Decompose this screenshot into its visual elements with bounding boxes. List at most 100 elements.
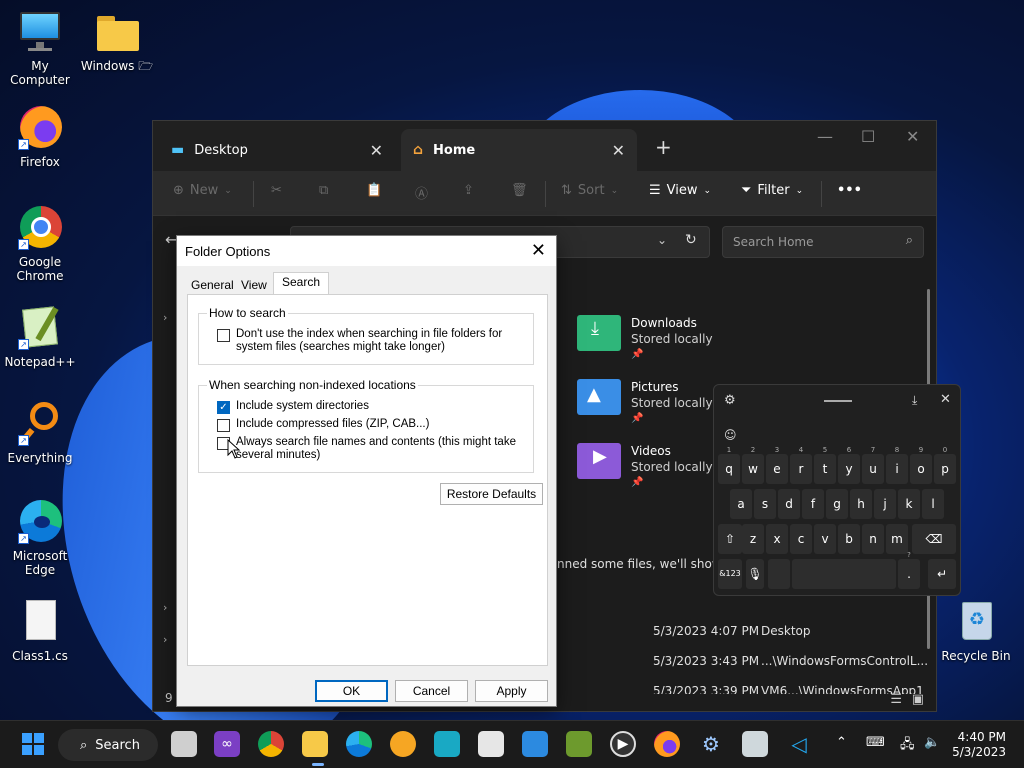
maximize-icon[interactable]: ☐ [861,127,875,146]
clock[interactable]: 4:40 PM 5/3/2023 [952,730,1006,760]
dont-use-index-option[interactable]: Don't use the index when searching in fi… [217,328,517,354]
enter-key[interactable]: ↵ [928,559,956,589]
settings-gear-icon[interactable]: ⚙ [698,731,724,757]
tab-search[interactable]: Search [273,272,330,296]
desktop-icon-recycle-bin[interactable]: ♻ Recycle Bin [936,598,1016,663]
key-w[interactable]: 2w [742,446,764,484]
ok-button[interactable]: OK [315,680,388,702]
gear-icon[interactable]: ⚙ [724,393,736,408]
checkbox-checked[interactable]: ✓ [217,401,230,414]
minimize-icon[interactable]: — [817,127,833,146]
more-options-button[interactable]: ••• [837,183,862,198]
close-icon[interactable]: ✕ [370,141,383,160]
chrome-icon[interactable] [258,731,284,757]
checkbox[interactable] [217,419,230,432]
key-l[interactable]: l [922,489,944,519]
quick-access-downloads[interactable]: ⤓ Downloads Stored locally 📌 [577,315,713,363]
start-windows-icon[interactable] [20,731,46,757]
key-j[interactable]: j [874,489,896,519]
desktop-icon-class1[interactable]: Class1.cs [0,598,80,663]
key-g[interactable]: g [826,489,848,519]
restore-defaults-button[interactable]: Restore Defaults [440,483,543,505]
image-viewer-icon[interactable] [742,731,768,757]
volume-icon[interactable]: 🔈 [924,735,940,750]
key-f[interactable]: f [802,489,824,519]
key-e[interactable]: 3e [766,446,788,484]
task-view-icon[interactable] [171,731,197,757]
vscode-icon[interactable]: ◁ [786,731,812,757]
key-y[interactable]: 6y [838,446,860,484]
dock-icon[interactable]: ⤓ [912,393,917,408]
file-explorer-icon[interactable] [302,731,328,757]
window-close-icon[interactable]: ✕ [906,127,919,146]
key-d[interactable]: d [778,489,800,519]
key-p[interactable]: 0p [934,446,956,484]
microphone-icon[interactable]: 🎙 [746,559,764,589]
include-compressed-option[interactable]: Include compressed files (ZIP, CAB...) [217,418,517,432]
checkbox[interactable] [217,329,230,342]
notepadpp-icon[interactable] [566,731,592,757]
key-s[interactable]: s [754,489,776,519]
close-icon[interactable]: ✕ [612,141,625,160]
firefox-icon[interactable] [654,731,680,757]
key-q[interactable]: 1q [718,446,740,484]
quick-access-pictures[interactable]: ▲ Pictures Stored locally 📌 [577,379,713,427]
chevron-right-icon[interactable]: › [163,633,167,646]
tab-general[interactable]: General [187,276,238,296]
search-input[interactable]: Search Home ⌕ [722,226,924,258]
desktop-icon-my-computer[interactable]: My Computer [0,8,80,87]
key-k[interactable]: k [898,489,920,519]
period-key[interactable]: ? . [898,551,920,589]
chevron-down-icon[interactable]: ⌄ [657,233,667,247]
close-icon[interactable]: ✕ [940,392,951,407]
new-button[interactable]: ⊕ New ⌄ [173,183,232,198]
paste-icon[interactable]: 📋 [366,183,382,198]
key-z[interactable]: z [742,524,764,554]
desktop-icon-windows-folder[interactable]: Windows 🗁 [77,8,157,73]
desktop-icon-everything[interactable]: ↗ Everything [0,400,80,465]
symbols-key[interactable]: &123 [718,559,742,589]
close-icon[interactable]: ✕ [531,240,546,261]
drag-handle[interactable] [824,400,852,402]
key-a[interactable]: a [730,489,752,519]
key-i[interactable]: 8i [886,446,908,484]
apply-button[interactable]: Apply [475,680,548,702]
copy-icon[interactable]: ⧉ [319,183,328,198]
share-icon[interactable]: ⇪ [463,183,474,198]
cursor-left-key[interactable] [768,559,790,589]
details-view-icon[interactable]: ☰ [890,692,902,707]
taskbar-search-button[interactable]: ⌕ Search [58,729,158,761]
tiles-view-icon[interactable]: ▣ [912,692,924,707]
shift-key[interactable]: ⇧ [718,524,742,554]
dev-tool-icon[interactable] [434,731,460,757]
tab-desktop[interactable]: ▬ Desktop ✕ [159,129,395,171]
emoji-icon[interactable]: ☺ [724,428,737,442]
key-t[interactable]: 5t [814,446,836,484]
key-u[interactable]: 7u [862,446,884,484]
key-r[interactable]: 4r [790,446,812,484]
desktop-icon-chrome[interactable]: ↗ Google Chrome [0,204,80,283]
delete-icon[interactable]: 🗑 [511,183,528,198]
desktop-icon-edge[interactable]: ↗ Microsoft Edge [0,498,80,577]
tab-home[interactable]: ⌂ Home ✕ [401,129,637,171]
chevron-right-icon[interactable]: › [163,601,167,614]
rename-icon[interactable]: Ⓐ [415,183,428,202]
key-b[interactable]: b [838,524,860,554]
desktop-icon-notepadpp[interactable]: ↗ Notepad++ [0,304,80,369]
key-n[interactable]: n [862,524,884,554]
key-o[interactable]: 9o [910,446,932,484]
tab-view[interactable]: View [237,276,271,296]
chevron-up-icon[interactable]: ⌃ [836,735,847,750]
notepad-icon[interactable] [522,731,548,757]
sort-button[interactable]: ⇅ Sort ⌄ [561,183,618,198]
quick-access-videos[interactable]: ▶ Videos Stored locally 📌 [577,443,713,491]
include-system-dirs-option[interactable]: ✓ Include system directories [217,400,517,414]
visual-studio-icon[interactable]: ∞ [214,731,240,757]
store-icon[interactable] [478,731,504,757]
new-tab-button[interactable]: + [655,135,672,159]
weather-icon[interactable] [390,731,416,757]
media-player-icon[interactable]: ▶ [610,731,636,757]
key-h[interactable]: h [850,489,872,519]
refresh-icon[interactable]: ↻ [685,232,697,248]
network-icon[interactable]: 🖧 [900,735,915,757]
